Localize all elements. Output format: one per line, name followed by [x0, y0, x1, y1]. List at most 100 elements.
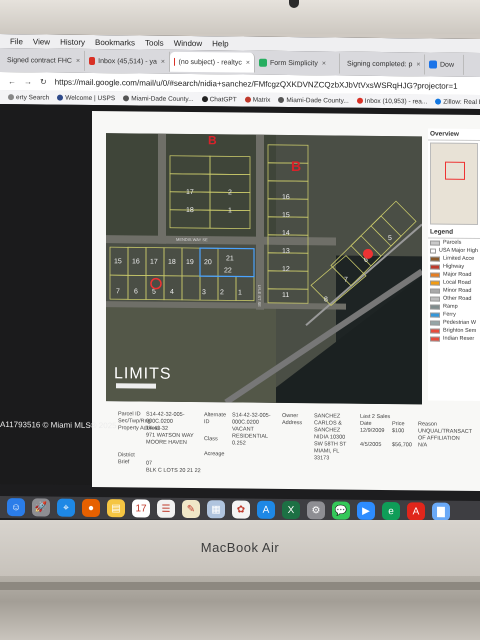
reminders-icon[interactable]: ☰ [157, 499, 175, 518]
svg-text:6: 6 [134, 288, 138, 295]
browser-tab[interactable]: Inbox (45,514) - ya × [85, 50, 170, 72]
appstore-icon[interactable]: A [257, 500, 275, 519]
laptop-screen: File View History Bookmarks Tools Window Help … [0, 34, 480, 526]
tab-favicon-icon [259, 58, 267, 67]
browser-tab[interactable]: Dow [425, 54, 464, 75]
legend-label: Indian Reser [443, 335, 475, 342]
browser-tab[interactable]: (no subject) - realtyc × [170, 51, 255, 73]
bookmark-label: erty Search [16, 93, 50, 102]
tab-close-icon[interactable]: × [322, 60, 326, 67]
svg-text:3: 3 [202, 289, 206, 296]
legend-swatch [430, 336, 440, 342]
svg-text:15: 15 [114, 258, 122, 265]
tab-close-icon[interactable]: × [416, 61, 420, 68]
bookmark-icon [123, 95, 130, 102]
messages-icon[interactable]: 💬 [332, 501, 350, 520]
notes2-icon[interactable]: ✎ [182, 499, 200, 519]
bookmark-item[interactable]: Miami-Dade County... [123, 95, 194, 103]
browser-tab[interactable]: Signing completed: p × [340, 53, 425, 75]
legend-swatch [430, 312, 440, 318]
finder-icon[interactable]: ☺ [7, 498, 25, 517]
url-text[interactable]: https://mail.google.com/mail/u/0/#search… [55, 77, 458, 90]
bookmark-item[interactable]: Zillow: Real Es [435, 98, 480, 106]
photos-icon[interactable]: ✿ [232, 500, 250, 519]
parcel-id: S14-42-32-005-000C.0200 [146, 411, 185, 425]
overview-title: Overview [428, 128, 480, 142]
safari-icon[interactable]: ⌖ [57, 498, 75, 517]
svg-text:2: 2 [228, 189, 232, 196]
legend-title: Legend [428, 226, 480, 240]
svg-text:2: 2 [220, 289, 224, 296]
email-viewer: 17 2 18 1 16 15 14 13 12 11 15 16 17 18 19 20 21… [0, 104, 480, 492]
svg-text:5: 5 [388, 235, 392, 242]
menu-item-bookmarks[interactable]: Bookmarks [95, 37, 135, 46]
bookmark-item[interactable]: ChatGPT [201, 96, 237, 103]
zoom-icon[interactable]: ▶ [357, 501, 375, 520]
bookmark-icon [278, 96, 285, 103]
back-icon[interactable]: ← [8, 77, 16, 86]
tab-close-icon[interactable]: × [76, 57, 80, 64]
legend-swatch [430, 272, 440, 278]
menu-item-help[interactable]: Help [212, 39, 228, 48]
preview-icon[interactable]: ▦ [207, 500, 225, 519]
svg-text:13: 13 [282, 248, 290, 255]
legend-label: Brighton Sem [443, 327, 477, 334]
legend-item: Indian Reser [428, 334, 480, 343]
legend-label: Limited Acce [443, 255, 475, 262]
excel-icon[interactable]: X [282, 500, 300, 520]
launchpad-icon[interactable]: 🚀 [32, 498, 50, 517]
firefox-icon[interactable]: ● [82, 498, 100, 518]
legend-swatch [430, 328, 440, 334]
svg-text:22: 22 [224, 267, 232, 274]
overview-map[interactable] [430, 142, 478, 226]
tab-label: Form Simplicity [270, 59, 318, 67]
menu-item-tools[interactable]: Tools [145, 38, 164, 47]
menu-item-history[interactable]: History [60, 37, 85, 46]
bookmark-label: Matrix [252, 96, 271, 104]
svg-text:14: 14 [282, 230, 290, 237]
legend-swatch [430, 304, 440, 310]
settings-icon[interactable]: ⚙ [307, 501, 325, 520]
bookmark-item[interactable]: erty Search [8, 94, 49, 101]
acrobat-icon[interactable]: A [407, 502, 425, 521]
aerial-map[interactable]: 17 2 18 1 16 15 14 13 12 11 15 16 17 18 19 20 21… [106, 133, 422, 405]
legend-label: Highway [443, 263, 465, 270]
bookmark-icon [435, 98, 442, 105]
forward-icon[interactable]: → [24, 77, 32, 86]
legend-swatch [430, 240, 440, 246]
edge-icon[interactable]: e [382, 502, 400, 521]
tab-close-icon[interactable]: × [246, 59, 250, 66]
svg-text:1: 1 [228, 207, 232, 214]
tab-favicon-icon [429, 60, 437, 69]
menu-item-view[interactable]: View [33, 37, 50, 46]
calendar-icon[interactable]: 17 [132, 499, 150, 518]
legend-swatch [430, 264, 440, 270]
browser-tab[interactable]: Form Simplicity × [255, 52, 340, 74]
alternate-value: S14-42-32-005-000C.0200 [232, 412, 271, 426]
bookmark-item[interactable]: Welcome | USPS [57, 94, 115, 102]
svg-text:5: 5 [152, 289, 156, 296]
property-address: 971 WATSON WAY MOORE HAVEN [146, 432, 194, 446]
bookmark-item[interactable]: Inbox (10,953) - rea... [356, 97, 428, 105]
legend-label: Minor Road [443, 287, 472, 294]
bookmark-label: Inbox (10,953) - rea... [364, 97, 428, 105]
legend-label: Ramp [443, 303, 458, 310]
bookmark-label: Zillow: Real Es [443, 98, 480, 106]
svg-text:19: 19 [186, 259, 194, 266]
class-label: Class [204, 436, 218, 443]
bookmark-item[interactable]: Matrix [244, 96, 271, 104]
tab-label: Signing completed: p [347, 60, 413, 68]
reload-icon[interactable]: ↻ [40, 77, 47, 86]
folder-icon[interactable]: ▇ [432, 502, 450, 521]
bookmark-item[interactable]: Miami-Dade County... [278, 96, 349, 104]
menu-item-window[interactable]: Window [174, 38, 202, 47]
tab-close-icon[interactable]: × [161, 58, 165, 65]
legend-label: Parcels [443, 239, 462, 246]
menu-item-file[interactable]: File [10, 37, 23, 46]
svg-text:7: 7 [344, 277, 348, 284]
browser-tab[interactable]: Signed contract FHC × [0, 50, 85, 71]
brand-label: MacBook Air [200, 540, 280, 555]
notes-icon[interactable]: ▤ [107, 499, 125, 518]
svg-text:7: 7 [116, 288, 120, 295]
parcel-info: Parcel ID Sec/Twp/Rng Property Address D… [106, 411, 478, 474]
